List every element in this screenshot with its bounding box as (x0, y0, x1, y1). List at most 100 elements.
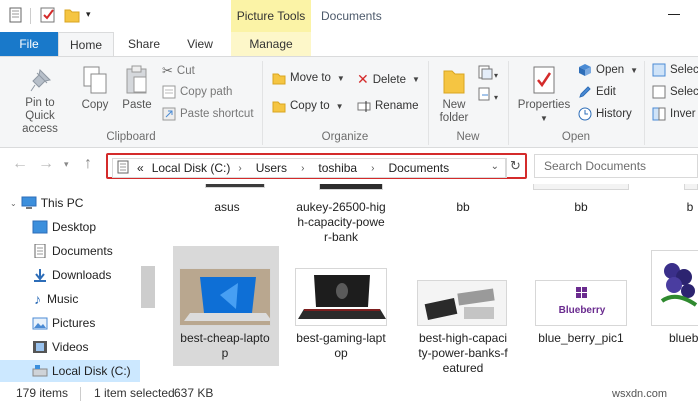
thumbnail[interactable] (319, 184, 383, 190)
nav-item-pictures[interactable]: Pictures (0, 312, 140, 334)
tab-view[interactable]: View (176, 32, 224, 56)
delete-button[interactable]: ✕ Delete ▼ (357, 71, 420, 88)
thumbnail[interactable] (205, 184, 265, 188)
file-name[interactable]: best-gaming-lapt op (291, 331, 391, 361)
new-folder-quick-icon[interactable] (64, 7, 80, 26)
nav-item-music[interactable]: ♪ Music (0, 288, 140, 310)
file-name[interactable]: aukey-26500-hig h-capacity-powe r-bank (291, 200, 391, 245)
clipboard-group-label: Clipboard (106, 131, 156, 143)
pictures-icon (32, 317, 48, 330)
minimize-button[interactable] (668, 14, 680, 15)
file-list: asus aukey-26500-hig h-capacity-powe r-b… (155, 184, 698, 382)
file-name-line: ty-power-banks-f (418, 346, 508, 360)
tab-manage[interactable]: Manage (231, 32, 311, 56)
select-all-button[interactable]: Selec (652, 63, 698, 77)
nav-item-downloads[interactable]: Downloads (0, 264, 140, 286)
rename-button[interactable]: Rename (357, 99, 418, 113)
chevron-down-icon: ▼ (540, 114, 548, 123)
move-to-button[interactable]: Move to ▼ (272, 71, 345, 85)
paste-icon (126, 65, 147, 94)
organize-group-label: Organize (321, 131, 369, 143)
properties-button[interactable]: Properties ▼ (514, 65, 574, 125)
search-placeholder: Search Documents (544, 159, 647, 173)
copy-path-label: Copy path (180, 86, 233, 98)
crumb-local-disk[interactable]: Local Disk (C:) (152, 161, 231, 175)
paste-shortcut-button[interactable]: Paste shortcut (162, 107, 254, 121)
new-item-icon[interactable]: ▾ (478, 65, 500, 84)
file-name[interactable]: best-cheap-lapto p (175, 331, 275, 361)
nav-label: Music (47, 292, 79, 306)
address-bar[interactable]: « Local Disk (C:) › Users › toshiba › Do… (112, 158, 506, 178)
chevron-right-icon[interactable]: › (301, 163, 304, 174)
thumbnail-best-cheap-laptop[interactable] (179, 268, 271, 326)
watermark: wsxdn.com (612, 388, 668, 400)
open-button[interactable]: Open ▼ (578, 63, 638, 77)
address-dropdown-icon[interactable]: ⌄ (491, 161, 499, 172)
thumbnail-blueberry[interactable] (651, 250, 698, 326)
file-name[interactable]: b (675, 200, 698, 215)
new-folder-button[interactable]: New folder (434, 67, 474, 125)
customize-quick-access-icon[interactable]: ▾ (86, 9, 91, 20)
blueberry-logo-text: Blueberry (558, 305, 606, 316)
copy-to-button[interactable]: Copy to ▼ (272, 99, 344, 113)
forward-arrow-icon[interactable]: → (38, 155, 54, 173)
pin-to-quick-access-button[interactable]: Pin to Quick access (4, 67, 76, 136)
file-name[interactable]: asus (179, 200, 275, 215)
edit-icon (579, 86, 591, 98)
address-row: ← → ▾ ↑ « Local Disk (C:) › Users › tosh… (0, 148, 698, 184)
nav-item-local-disk[interactable]: Local Disk (C:) (0, 360, 140, 382)
invert-selection-button[interactable]: Inver (652, 107, 696, 121)
back-arrow-icon[interactable]: ← (12, 155, 28, 173)
nav-label: Downloads (52, 268, 112, 282)
file-name[interactable]: blue_berry_pic1 (531, 331, 631, 346)
history-button[interactable]: History (578, 107, 632, 121)
checkmark-quick-icon[interactable] (40, 7, 56, 26)
thumbnail-blue-berry[interactable]: Blueberry (535, 280, 627, 326)
crumb-users[interactable]: Users (256, 161, 287, 175)
copy-button[interactable]: Copy (76, 65, 114, 112)
properties-quick-icon[interactable] (8, 7, 24, 26)
thumbnail-best-gaming-laptop[interactable] (295, 268, 387, 326)
thumbnail[interactable] (533, 184, 629, 190)
thumbnail[interactable] (684, 184, 698, 190)
edit-label: Edit (596, 86, 616, 98)
refresh-icon[interactable]: ↻ (510, 158, 521, 174)
tab-share[interactable]: Share (118, 32, 170, 56)
documents-location-icon (117, 160, 129, 177)
nav-scrollbar-thumb[interactable] (141, 266, 155, 308)
nav-item-desktop[interactable]: Desktop (0, 216, 140, 238)
nav-item-videos[interactable]: Videos (0, 336, 140, 358)
recent-locations-chevron-icon[interactable]: ▾ (64, 159, 69, 170)
copy-label: Copy (81, 99, 109, 111)
chevron-right-icon[interactable]: › (371, 163, 374, 174)
tab-file[interactable]: File (0, 32, 58, 56)
crumb-toshiba[interactable]: toshiba (318, 161, 357, 175)
move-to-icon (272, 73, 286, 85)
up-arrow-icon[interactable]: ↑ (84, 155, 92, 173)
thumbnail-power-banks[interactable] (417, 280, 507, 326)
file-name[interactable]: blueb (669, 331, 698, 346)
address-overflow[interactable]: « (137, 161, 144, 175)
navigation-pane: ⌄ This PC Desktop Documents Downloads ♪ … (0, 184, 155, 382)
copy-path-button[interactable]: Copy path (162, 85, 232, 99)
file-name[interactable]: best-high-capaci ty-power-banks-f eature… (411, 331, 515, 376)
easy-access-icon[interactable]: ▾ (478, 87, 500, 106)
crumb-documents[interactable]: Documents (388, 161, 449, 175)
nav-item-documents[interactable]: Documents (0, 240, 140, 262)
cut-button[interactable]: ✂ Cut (162, 63, 195, 79)
chevron-right-icon[interactable]: › (238, 163, 241, 174)
select-none-button[interactable]: Selec (652, 85, 698, 99)
new-folder-label: New folder (439, 99, 469, 124)
file-name[interactable]: bb (413, 200, 513, 215)
nav-label: Documents (52, 244, 113, 258)
nav-item-this-pc[interactable]: ⌄ This PC (0, 192, 140, 214)
paste-button[interactable]: Paste (118, 65, 156, 112)
paste-label: Paste (122, 99, 152, 111)
edit-button[interactable]: Edit (578, 85, 616, 99)
search-input[interactable]: Search Documents (534, 154, 698, 178)
file-name[interactable]: bb (531, 200, 631, 215)
svg-text:▾: ▾ (494, 71, 498, 80)
this-pc-icon (21, 196, 37, 209)
tab-home[interactable]: Home (58, 32, 114, 56)
chevron-down-icon[interactable]: ⌄ (10, 199, 17, 208)
